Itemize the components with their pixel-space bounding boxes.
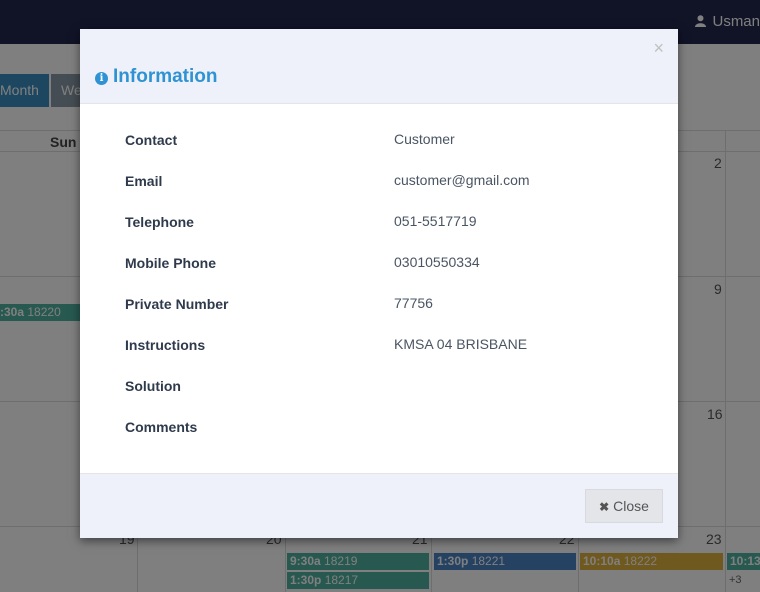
close-icon[interactable]: ×: [653, 38, 664, 59]
field-label: Telephone: [125, 214, 194, 230]
modal-title: i Information: [95, 66, 218, 88]
field-value: Customer: [394, 131, 455, 147]
field-row-instructions: Instructions KMSA 04 BRISBANE: [125, 336, 645, 357]
field-row-solution: Solution: [125, 378, 645, 398]
modal-title-text: Information: [113, 66, 218, 87]
field-label: Solution: [125, 378, 181, 394]
field-label: Instructions: [125, 337, 206, 353]
field-label: Mobile Phone: [125, 255, 216, 271]
modal-body: Contact Customer Email customer@gmail.co…: [80, 104, 678, 473]
field-row-contact: Contact Customer: [125, 131, 645, 152]
field-label: Private Number: [125, 296, 229, 312]
field-value: 051-5517719: [394, 213, 477, 229]
field-label: Email: [125, 173, 163, 189]
field-value: 77756: [394, 295, 433, 311]
times-icon: ✖: [599, 500, 610, 514]
field-value: customer@gmail.com: [394, 172, 530, 188]
modal-header: i Information ×: [80, 29, 678, 104]
close-button-label: Close: [613, 498, 649, 514]
field-value: 03010550334: [394, 254, 480, 270]
field-row-comments: Comments: [125, 419, 645, 439]
field-row-email: Email customer@gmail.com: [125, 172, 645, 193]
modal-footer: ✖ Close: [80, 473, 678, 538]
field-label: Comments: [125, 419, 198, 435]
field-row-private-number: Private Number 77756: [125, 295, 645, 316]
close-button[interactable]: ✖ Close: [585, 489, 663, 523]
info-circle-icon: i: [95, 72, 108, 85]
field-row-mobile-phone: Mobile Phone 03010550334: [125, 254, 645, 275]
information-modal: i Information × Contact Customer Email cu…: [80, 29, 678, 538]
field-row-telephone: Telephone 051-5517719: [125, 213, 645, 234]
field-label: Contact: [125, 132, 178, 148]
field-value: KMSA 04 BRISBANE: [394, 336, 528, 352]
